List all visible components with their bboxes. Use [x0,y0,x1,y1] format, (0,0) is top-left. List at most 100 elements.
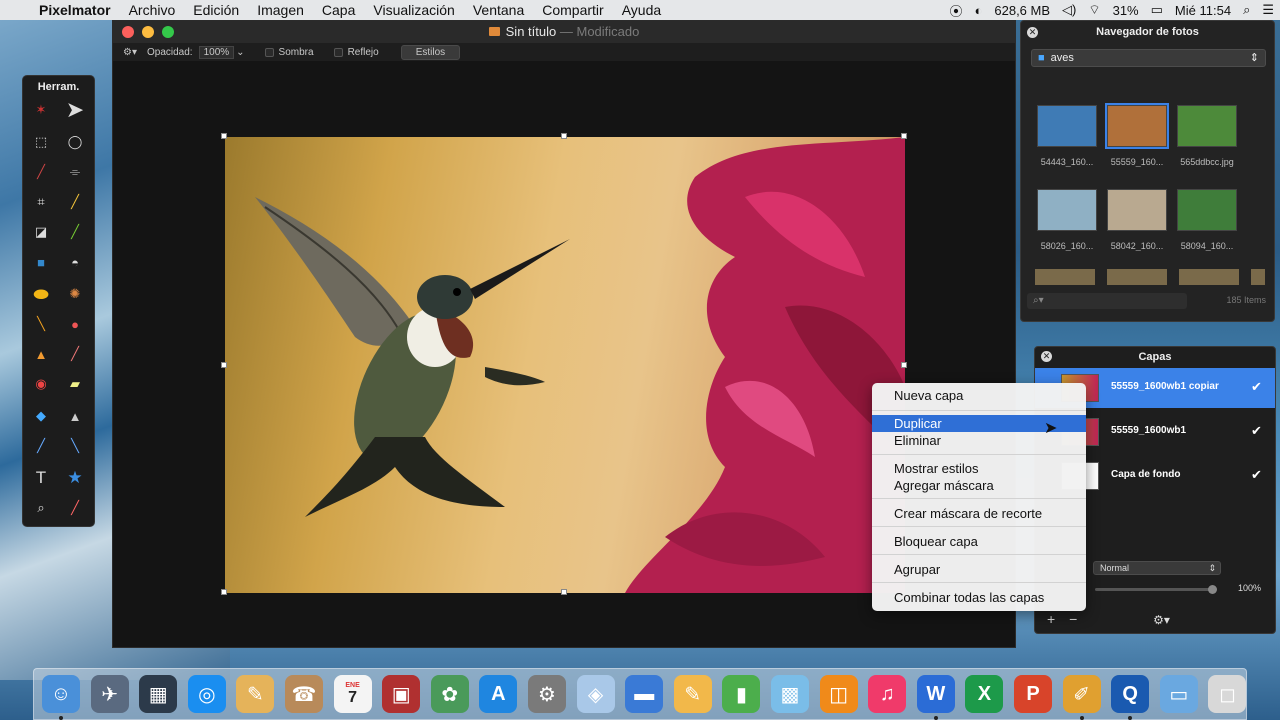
sponge-icon[interactable]: ▰ [63,372,87,396]
close-icon[interactable]: ✕ [1027,27,1038,38]
canvas-image[interactable] [225,137,905,593]
pixelmator-dock-icon[interactable]: ✐ [1062,675,1101,713]
word-dock-icon[interactable]: W [916,675,955,713]
folder-select[interactable]: ■ aves ⇕ [1031,49,1266,67]
burn-icon[interactable]: ● [63,312,87,336]
menu-group[interactable]: Agrupar [872,561,1086,578]
opacity-slider[interactable] [1095,585,1217,594]
menu-merge-all[interactable]: Combinar todas las capas [872,589,1086,606]
menu-show-styles[interactable]: Mostrar estilos [872,460,1086,477]
opacity-stepper-icon[interactable]: ⌄ [236,47,244,58]
resize-handle-r[interactable] [901,362,907,368]
menu-new-layer[interactable]: Nueva capa [872,387,1086,404]
preview-2-dock-icon[interactable]: ▩ [771,675,809,713]
record-icon[interactable]: ⦿ [944,1,969,20]
photo-thumbnail[interactable] [1177,189,1237,231]
notification-center-icon[interactable]: ☰ [1256,2,1280,18]
resize-handle-tr[interactable] [901,133,907,139]
photo-thumbnail[interactable] [1037,189,1097,231]
zoom-icon[interactable]: ⌕ [29,496,53,520]
opacity-input[interactable]: 100% [198,45,235,59]
safari-dock-icon[interactable]: ◎ [187,675,226,713]
blur-icon[interactable]: ◆ [29,404,53,428]
reflection-checkbox[interactable] [333,47,343,57]
resize-handle-b[interactable] [561,589,567,595]
finder-dock-icon[interactable]: ☺ [42,675,80,713]
app-store-dock-icon[interactable]: A [479,675,518,713]
battery-percent[interactable]: 31% [1107,3,1145,18]
resize-handle-tl[interactable] [221,133,227,139]
menu-imagen[interactable]: Imagen [248,2,313,18]
folder-dock-icon[interactable]: ▭ [1159,675,1198,713]
preview-dock-icon[interactable]: ✎ [236,675,275,713]
launchpad-dock-icon[interactable]: ✈ [90,675,129,713]
visibility-checkbox[interactable]: ✔ [1251,467,1262,483]
spotlight-icon[interactable]: ⌕ [1237,2,1256,18]
layer-opacity-value[interactable]: 100% [1221,583,1261,593]
photo-thumbnail[interactable] [1107,189,1167,231]
magic-wand-icon[interactable]: ✶ [29,98,53,122]
brush-icon[interactable]: ╲ [29,312,53,336]
menu-app-name[interactable]: Pixelmator [30,2,120,18]
lasso-brush-icon[interactable]: ╱ [29,160,53,184]
photo-thumbnail[interactable] [1177,105,1237,147]
3d-app-dock-icon[interactable]: ◈ [576,675,615,713]
menu-ventana[interactable]: Ventana [464,2,533,18]
wifi-icon[interactable]: ⌔ [1082,2,1106,18]
contacts-dock-icon[interactable]: ☎ [285,675,323,713]
menu-archivo[interactable]: Archivo [120,2,185,18]
lasso-icon[interactable]: ⌯ [63,160,87,184]
memory-readout[interactable]: 628,6 MB [988,3,1056,18]
blend-mode-select[interactable]: Normal ⇕ [1093,561,1221,575]
browser-search-input[interactable]: ⌕▾ [1027,293,1187,309]
eyedropper-icon[interactable]: ╱ [63,190,87,214]
paint-bucket-icon[interactable]: ◓ [63,250,87,274]
pencil-icon[interactable]: ╱ [63,220,87,244]
red-eye-icon[interactable]: ◉ [29,372,53,396]
resize-handle-t[interactable] [561,133,567,139]
gear-icon[interactable]: ⚙▾ [1153,613,1170,627]
shape-ellipse-icon[interactable]: ⬬ [29,282,53,306]
freeform-pen-icon[interactable]: ╲ [63,434,87,458]
battery-icon[interactable]: ▭ [1145,2,1169,18]
calendar-dock-icon[interactable]: ENE 7 [333,675,372,713]
resize-handle-bl[interactable] [221,589,227,595]
menu-edicion[interactable]: Edición [184,2,248,18]
menu-visualizacion[interactable]: Visualización [364,2,463,18]
rect-select-icon[interactable]: ⬚ [29,130,53,154]
itunes-dock-icon[interactable]: ♫ [868,675,907,713]
menu-ayuda[interactable]: Ayuda [613,2,670,18]
pages-dock-icon[interactable]: ✎ [673,675,712,713]
gradient-icon[interactable]: ■ [29,250,53,274]
numbers-dock-icon[interactable]: ▮ [722,675,761,713]
menu-clipping-mask[interactable]: Crear máscara de recorte [872,505,1086,522]
photo-thumbnail[interactable] [1037,105,1097,147]
arrow-icon[interactable]: ➤ [63,97,87,122]
quicktime-dock-icon[interactable]: Q [1111,675,1150,713]
text-icon[interactable]: T [29,466,53,490]
excel-dock-icon[interactable]: X [965,675,1004,713]
photo-thumbnail[interactable] [1105,103,1169,149]
ibooks-dock-icon[interactable]: ◫ [819,675,858,713]
sharpen-icon[interactable]: ▲ [63,404,87,428]
resize-handle-l[interactable] [221,362,227,368]
eraser-icon[interactable]: ◪ [29,220,53,244]
gear-icon[interactable]: ⚙▾ [123,47,137,58]
powerpoint-dock-icon[interactable]: P [1014,675,1052,713]
add-layer-icon[interactable]: + [1047,611,1055,627]
menu-capa[interactable]: Capa [313,2,364,18]
trash-dock-icon[interactable]: ◻ [1208,675,1247,713]
volume-icon[interactable]: ◁) [1056,2,1082,18]
menu-add-mask[interactable]: Agregar máscara [872,477,1086,494]
ellipse-select-icon[interactable]: ◯ [63,130,87,154]
memory-monitor-icon[interactable]: ◐ [969,3,989,18]
menu-compartir[interactable]: Compartir [533,2,612,18]
slider-knob[interactable] [1208,585,1217,594]
remove-layer-icon[interactable]: − [1069,611,1077,627]
crop-icon[interactable]: ⌗ [29,190,53,214]
iphoto-dock-icon[interactable]: ✿ [430,675,469,713]
visibility-checkbox[interactable]: ✔ [1251,423,1262,439]
clock[interactable]: Mié 11:54 [1169,3,1237,18]
shapes-star-icon[interactable]: ★ [63,466,87,490]
smudge-icon[interactable]: ╱ [63,342,87,366]
